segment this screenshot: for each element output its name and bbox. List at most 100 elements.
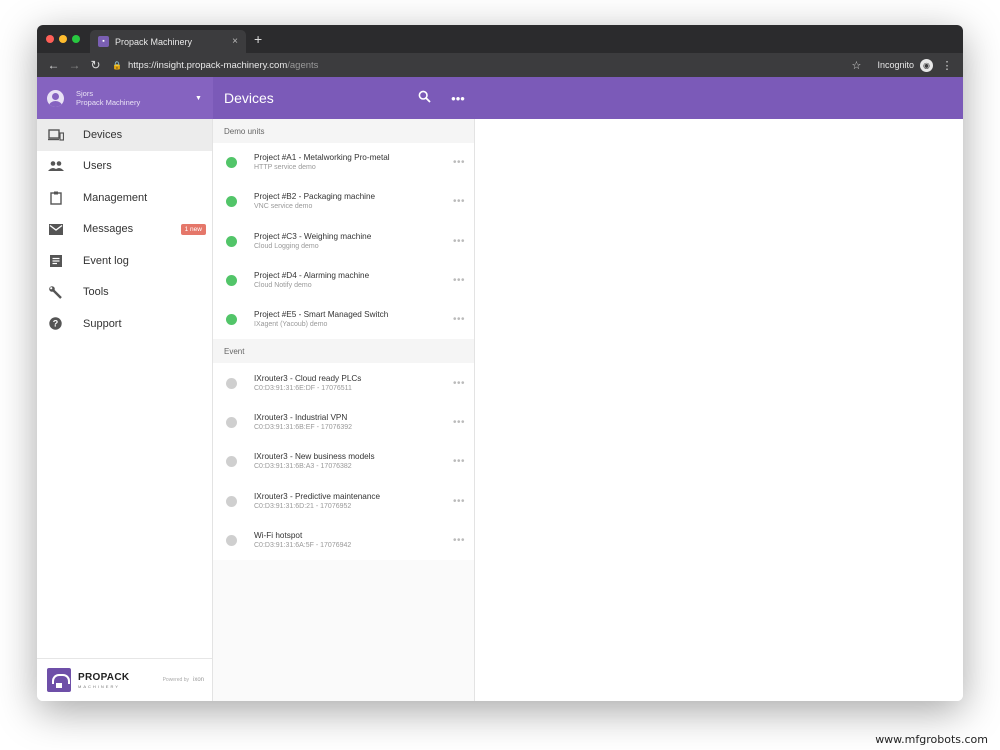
online-status-icon [226, 235, 237, 247]
more-options-icon[interactable]: ••• [444, 196, 474, 207]
device-title: IXrouter3 - New business models [254, 452, 375, 462]
new-messages-badge: 1 new [180, 223, 206, 235]
address-bar[interactable]: 🔒 https://insight.propack-machinery.com /… [112, 60, 845, 71]
powered-by-label: Powered by [162, 677, 189, 683]
search-icon[interactable] [407, 90, 441, 106]
sidebar-item-management[interactable]: Management [37, 182, 212, 214]
wrench-icon [47, 285, 64, 299]
more-options-icon[interactable]: ••• [444, 378, 474, 389]
device-row[interactable]: IXrouter3 - Cloud ready PLCs C0:D3:91:31:… [213, 363, 474, 403]
user-info: Sjors Propack Machinery [76, 89, 195, 107]
device-row[interactable]: Project #C3 - Weighing machine Cloud Logg… [213, 221, 474, 261]
offline-status-icon [226, 377, 237, 389]
section-header: Demo units [213, 119, 474, 143]
new-tab-button[interactable]: + [254, 31, 262, 47]
app-bar: Sjors Propack Machinery ▼ Devices ••• [37, 77, 963, 119]
reload-icon[interactable]: ↻ [85, 58, 106, 72]
device-row[interactable]: Wi-Fi hotspot C0:D3:91:31:6A:5F - 1707694… [213, 520, 474, 560]
device-title: Project #C3 - Weighing machine [254, 231, 372, 241]
devices-header: Devices ••• [213, 77, 475, 119]
device-subtitle: C0:D3:91:31:6B:EF - 17076392 [254, 423, 353, 431]
watermark-caption: www.mfgrobots.com [875, 733, 988, 746]
maximize-window-button[interactable] [72, 35, 80, 43]
sidebar: Devices Users Management Messages 1 new [37, 119, 213, 701]
url-path: /agents [287, 59, 319, 71]
more-options-icon[interactable]: ••• [444, 314, 474, 325]
sidebar-item-messages[interactable]: Messages 1 new [37, 214, 212, 246]
caret-down-icon[interactable]: ▼ [195, 95, 213, 102]
user-switcher[interactable]: Sjors Propack Machinery ▼ [37, 77, 213, 119]
sidebar-item-tools[interactable]: Tools [37, 277, 212, 309]
detail-pane [475, 119, 963, 701]
incognito-indicator[interactable]: Incognito ◉ [877, 58, 933, 72]
minimize-window-button[interactable] [59, 35, 67, 43]
device-title: Project #D4 - Alarming machine [254, 271, 370, 281]
sidebar-item-devices[interactable]: Devices [37, 119, 212, 151]
user-company: Propack Machinery [76, 98, 141, 107]
device-subtitle: Cloud Notify demo [254, 282, 312, 290]
device-row[interactable]: Project #E5 - Smart Managed Switch IXagen… [213, 300, 474, 340]
sidebar-item-label: Support [83, 317, 122, 330]
sidebar-item-users[interactable]: Users [37, 151, 212, 183]
bookmark-star-icon[interactable]: ☆ [845, 59, 867, 72]
device-title: IXrouter3 - Cloud ready PLCs [254, 373, 362, 383]
more-options-icon[interactable]: ••• [444, 236, 474, 247]
tab-bar: ▪ Propack Machinery × + [37, 25, 963, 53]
tab-close-icon[interactable]: × [232, 36, 238, 47]
device-row[interactable]: Project #D4 - Alarming machine Cloud Noti… [213, 260, 474, 301]
sidebar-item-support[interactable]: ? Support [37, 308, 212, 340]
forward-icon[interactable]: → [64, 58, 85, 72]
lock-icon: 🔒 [112, 60, 122, 70]
propack-logo-icon [47, 668, 71, 692]
offline-status-icon [226, 495, 237, 507]
more-options-icon[interactable]: ••• [444, 157, 474, 168]
more-options-icon[interactable]: ••• [444, 275, 474, 286]
account-icon [47, 89, 64, 107]
offline-status-icon [226, 416, 237, 428]
device-subtitle: Cloud Logging demo [254, 242, 319, 250]
device-title: Project #A1 - Metalworking Pro-metal [254, 153, 390, 163]
sidebar-item-label: Messages [83, 223, 134, 236]
close-window-button[interactable] [46, 35, 54, 43]
logo-subtitle: MACHINERY [78, 683, 120, 689]
device-subtitle: C0:D3:91:31:6E:DF - 17076511 [254, 384, 352, 392]
mail-icon [47, 222, 64, 236]
svg-text:?: ? [53, 319, 59, 329]
tab-title: Propack Machinery [115, 36, 193, 47]
users-icon [47, 159, 64, 173]
incognito-icon: ◉ [920, 58, 933, 72]
sidebar-item-label: Tools [83, 286, 109, 299]
device-title: IXrouter3 - Predictive maintenance [254, 491, 381, 501]
device-row[interactable]: Project #B2 - Packaging machine VNC servi… [213, 182, 474, 222]
device-title: Project #B2 - Packaging machine [254, 192, 376, 202]
device-row[interactable]: IXrouter3 - Industrial VPN C0:D3:91:31:6B… [213, 402, 474, 443]
offline-status-icon [226, 456, 237, 468]
online-status-icon [226, 275, 237, 287]
favicon-icon: ▪ [98, 36, 109, 47]
clipboard-icon [47, 191, 64, 205]
offline-status-icon [226, 534, 237, 546]
device-title: Wi-Fi hotspot [254, 530, 303, 540]
device-row[interactable]: IXrouter3 - New business models C0:D3:91:… [213, 442, 474, 482]
browser-menu-icon[interactable]: ⋮ [937, 59, 957, 72]
sidebar-item-event-log[interactable]: Event log [37, 245, 212, 277]
more-options-icon[interactable]: ••• [444, 496, 474, 507]
ixon-logo: ixon [192, 677, 204, 683]
page-title: Devices [224, 90, 274, 106]
more-options-icon[interactable]: ••• [444, 456, 474, 467]
device-row[interactable]: IXrouter3 - Predictive maintenance C0:D3:… [213, 481, 474, 521]
back-icon[interactable]: ← [43, 58, 64, 72]
device-title: IXrouter3 - Industrial VPN [254, 412, 348, 422]
powered-by: Powered by ixon [163, 677, 204, 683]
more-options-icon[interactable]: ••• [444, 535, 474, 546]
online-status-icon [226, 196, 237, 208]
more-options-icon[interactable]: ••• [441, 91, 475, 106]
browser-toolbar: ← → ↻ 🔒 https://insight.propack-machiner… [37, 53, 963, 77]
sidebar-footer: PROPACK MACHINERY Powered by ixon [37, 658, 212, 701]
online-status-icon [226, 314, 237, 326]
devices-icon [47, 128, 64, 142]
browser-tab[interactable]: ▪ Propack Machinery × [90, 30, 246, 53]
more-options-icon[interactable]: ••• [444, 417, 474, 428]
device-subtitle: VNC service demo [254, 203, 313, 211]
device-row[interactable]: Project #A1 - Metalworking Pro-metal HTTP… [213, 143, 474, 183]
